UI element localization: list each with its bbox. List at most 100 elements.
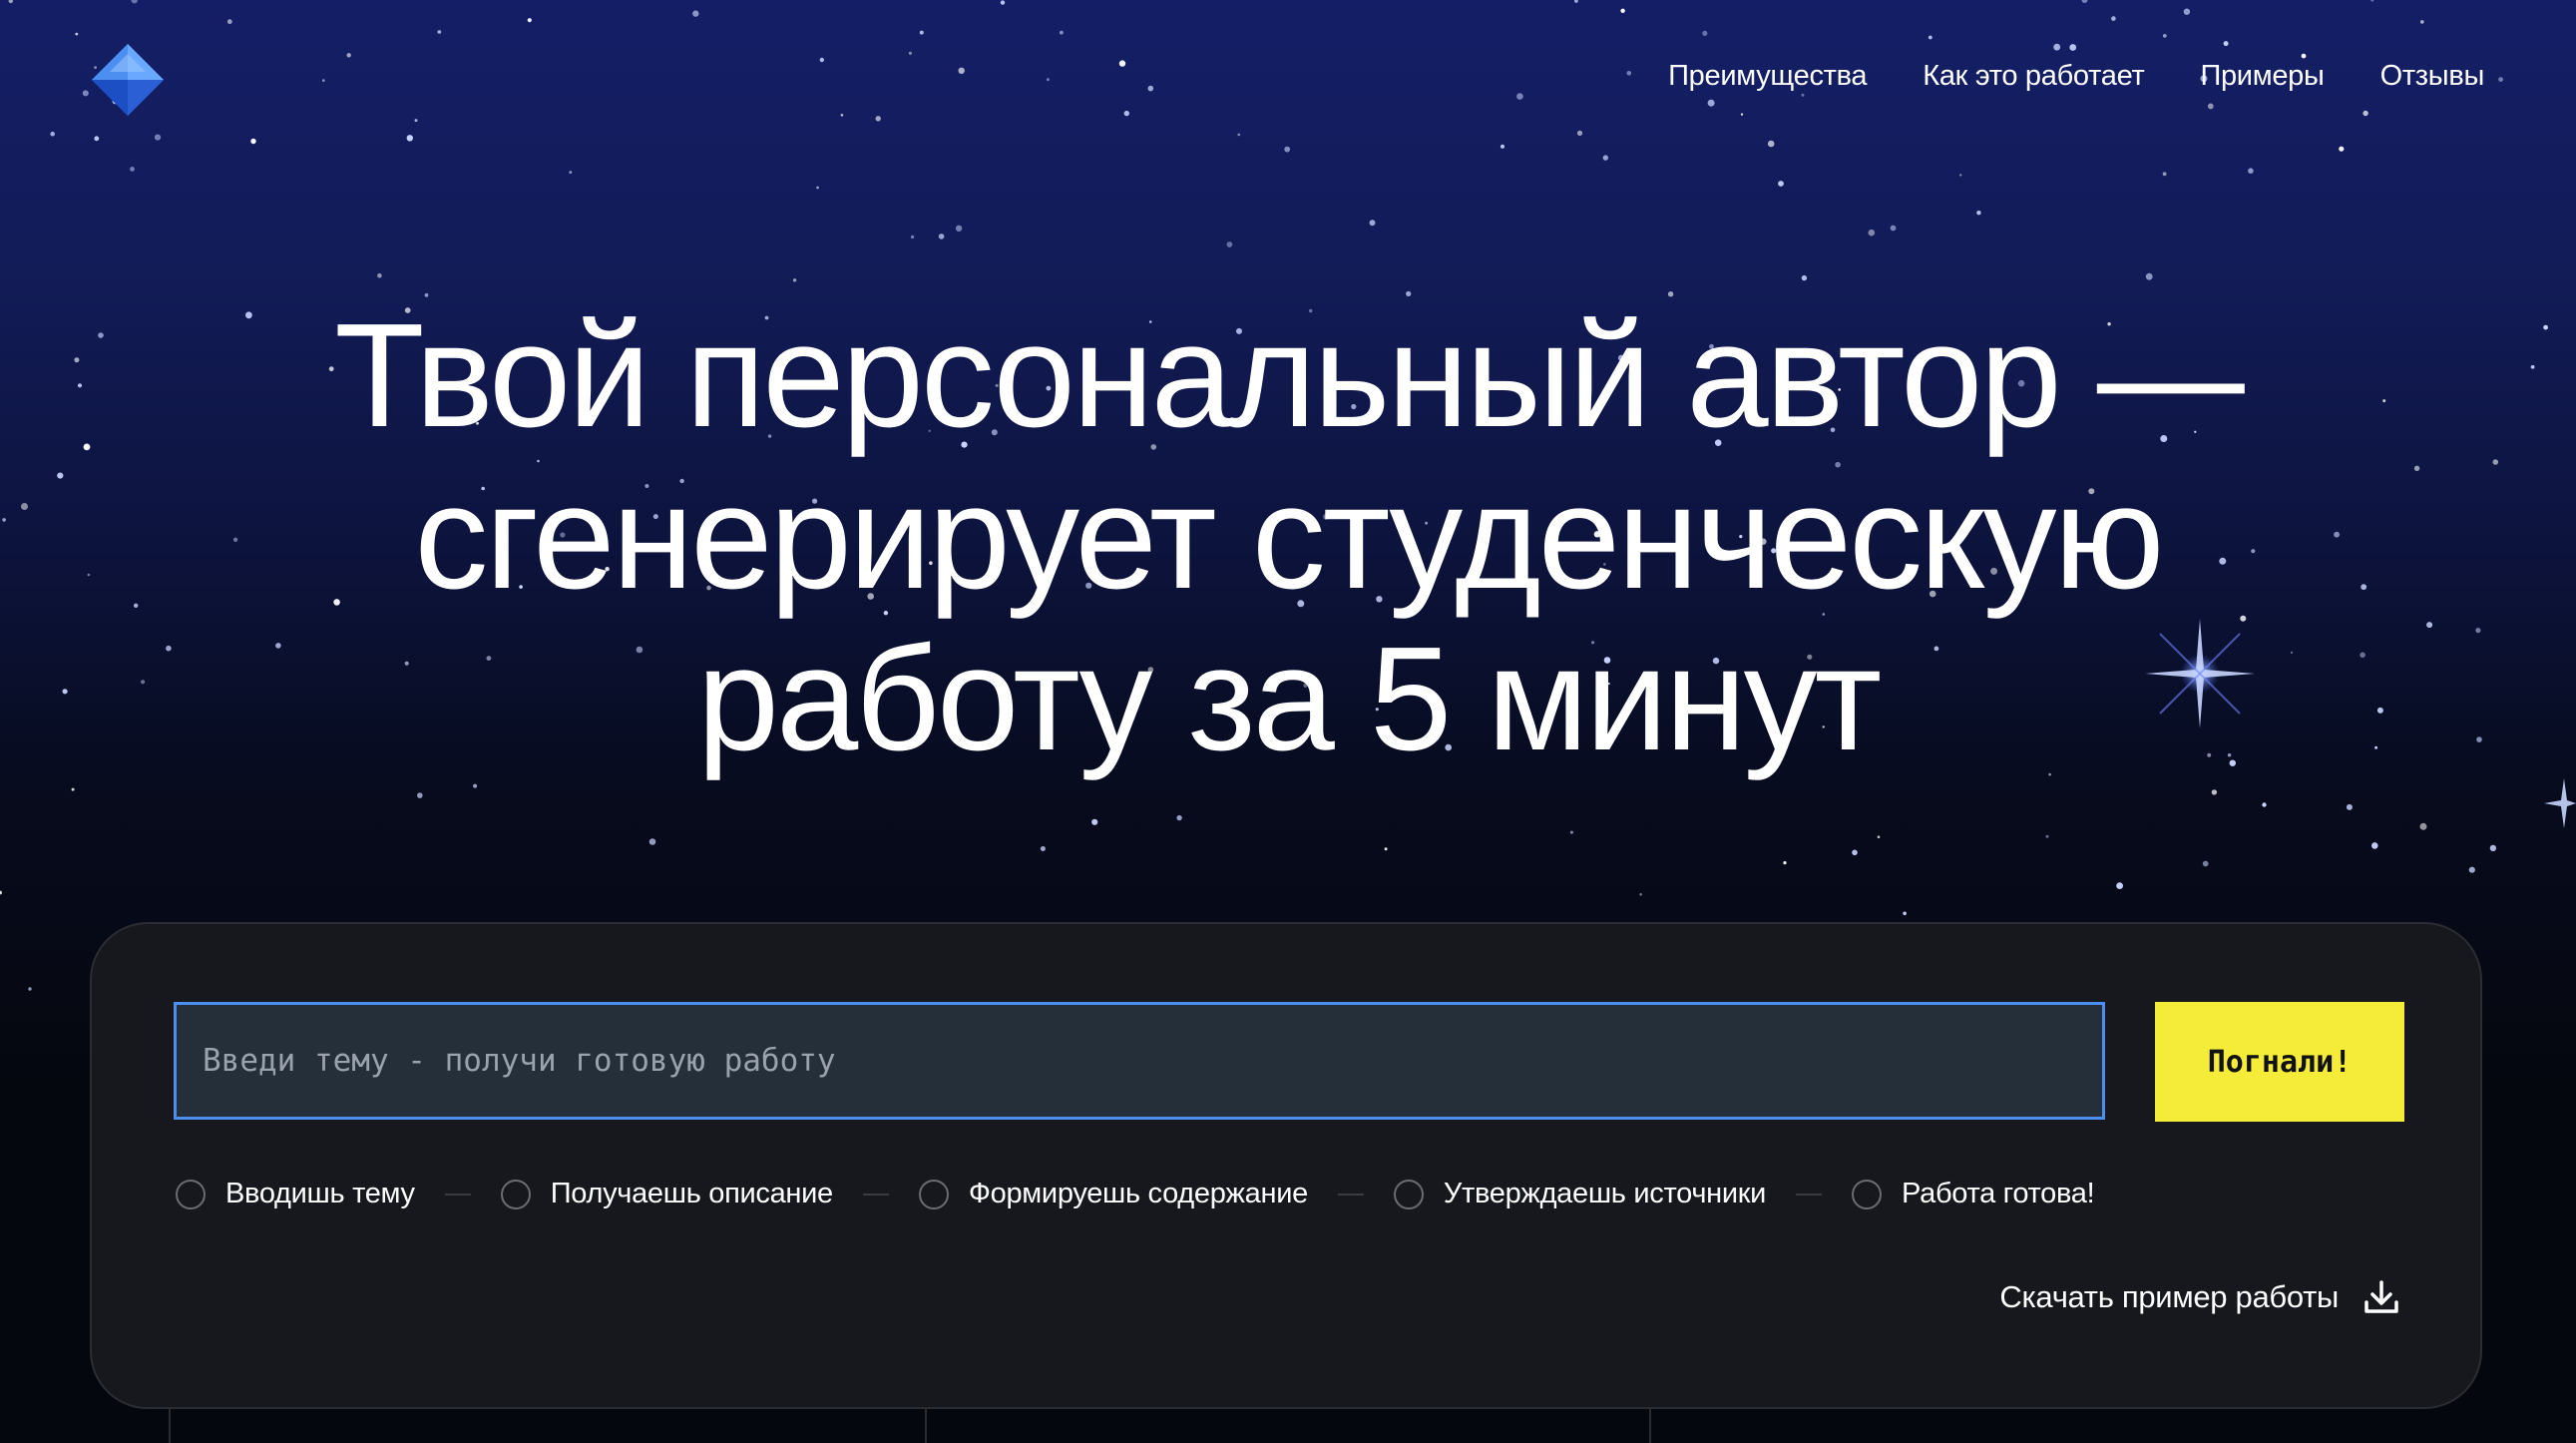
- star: [938, 234, 945, 240]
- star: [50, 131, 55, 137]
- step-radio[interactable]: [500, 1179, 531, 1209]
- star: [919, 30, 924, 35]
- nav-link-advantages[interactable]: Преимущества: [1668, 60, 1867, 93]
- star: [2489, 844, 2497, 852]
- star: [414, 119, 418, 123]
- star: [1928, 35, 1932, 40]
- star: [1778, 181, 1784, 187]
- star: [2162, 172, 2167, 177]
- step-divider: [1796, 1193, 1823, 1196]
- star: [2162, 34, 2167, 38]
- star: [1959, 174, 1962, 177]
- star: [1176, 814, 1182, 821]
- star: [569, 171, 573, 175]
- star: [1976, 211, 1981, 216]
- star: [1576, 130, 1583, 136]
- landing-page: Преимущества Как это работает Примеры От…: [0, 0, 2576, 1443]
- progress-steps: Вводишь тему Получаешь описание Формируе…: [176, 1178, 2095, 1210]
- nav-link-examples[interactable]: Примеры: [2200, 60, 2324, 93]
- star: [1040, 846, 1046, 851]
- star: [154, 134, 162, 141]
- step-radio[interactable]: [1393, 1179, 1424, 1209]
- star: [792, 278, 797, 282]
- generator-card: Погнали! Вводишь тему Получаешь описание…: [90, 922, 2482, 1409]
- star: [2202, 860, 2209, 867]
- star: [1801, 274, 1808, 281]
- star: [1569, 830, 1573, 834]
- star: [955, 225, 963, 232]
- star: [2301, 53, 2307, 59]
- star: [346, 53, 351, 58]
- star: [1620, 8, 1625, 13]
- star: [1702, 30, 1708, 36]
- star: [1801, 93, 1805, 97]
- star: [1000, 0, 1006, 5]
- star: [28, 987, 32, 991]
- diamond-logo-icon[interactable]: [88, 40, 168, 120]
- star: [226, 19, 232, 25]
- star: [437, 30, 442, 34]
- step-build-contents[interactable]: Формируешь содержание: [918, 1178, 1308, 1210]
- step-approve-sources[interactable]: Утверждаешь источники: [1393, 1178, 1766, 1210]
- star: [1852, 849, 1858, 856]
- star: [8, 0, 13, 4]
- star: [1237, 133, 1241, 137]
- download-sample-link[interactable]: Скачать пример работы: [1999, 1278, 2400, 1316]
- star: [692, 10, 699, 17]
- section-divider-lines: [169, 1409, 1651, 1443]
- step-work-ready[interactable]: Работа готова!: [1852, 1178, 2095, 1210]
- star: [908, 51, 913, 55]
- star: [2183, 8, 2191, 15]
- nav-link-how-it-works[interactable]: Как это работает: [1923, 60, 2144, 93]
- star: [417, 792, 423, 798]
- star: [2262, 802, 2267, 807]
- star: [71, 787, 75, 791]
- star: [2370, 0, 2374, 2]
- star: [527, 18, 532, 23]
- star: [2211, 789, 2218, 795]
- submit-button[interactable]: Погнали!: [2155, 1002, 2404, 1122]
- star: [648, 838, 656, 845]
- star: [1626, 71, 1632, 76]
- star: [2145, 272, 2153, 280]
- topic-input[interactable]: [174, 1002, 2105, 1120]
- star: [2420, 20, 2424, 24]
- star: [1226, 241, 1233, 247]
- star: [819, 57, 824, 63]
- star: [2081, 0, 2088, 3]
- star: [2468, 866, 2475, 873]
- step-radio[interactable]: [918, 1179, 949, 1209]
- download-sample-label: Скачать пример работы: [1999, 1279, 2339, 1314]
- star: [1877, 835, 1881, 838]
- nav-link-reviews[interactable]: Отзывы: [2380, 60, 2485, 93]
- star: [2223, 41, 2229, 47]
- download-icon: [2364, 1280, 2398, 1313]
- star: [910, 235, 915, 240]
- star: [473, 783, 478, 788]
- star: [1060, 30, 1064, 35]
- step-enter-topic[interactable]: Вводишь тему: [176, 1178, 415, 1210]
- step-get-description[interactable]: Получаешь описание: [500, 1178, 833, 1210]
- star: [1868, 229, 1876, 237]
- star: [1516, 93, 1523, 100]
- step-radio[interactable]: [1852, 1179, 1883, 1209]
- star: [1118, 60, 1126, 67]
- star: [875, 116, 881, 122]
- star: [2498, 77, 2504, 82]
- star: [131, 0, 138, 4]
- star: [1147, 85, 1154, 92]
- step-label: Получаешь описание: [550, 1178, 833, 1209]
- star: [94, 136, 100, 142]
- star: [2419, 822, 2427, 830]
- step-radio[interactable]: [176, 1179, 206, 1209]
- star: [1091, 818, 1098, 825]
- star: [1767, 140, 1775, 148]
- star: [130, 167, 135, 172]
- star: [2346, 803, 2353, 810]
- star: [1123, 110, 1130, 117]
- star: [1574, 0, 1578, 3]
- star: [2045, 834, 2049, 838]
- hero-line-3: работу за 5 минут: [696, 617, 1883, 781]
- star: [1602, 155, 1609, 161]
- star: [2371, 842, 2378, 849]
